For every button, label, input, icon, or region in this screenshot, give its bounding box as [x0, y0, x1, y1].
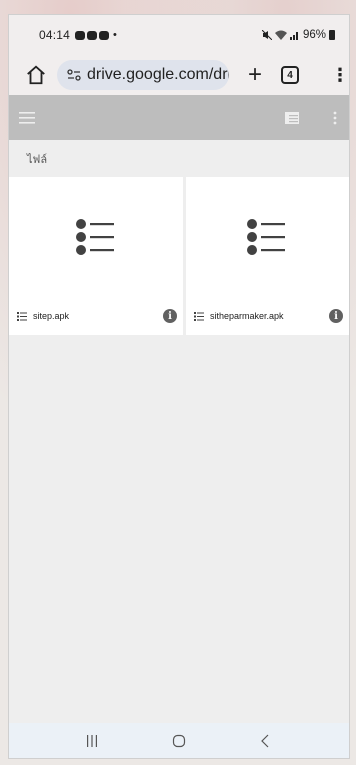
home-button[interactable]	[169, 733, 189, 749]
back-button[interactable]	[256, 733, 276, 749]
list-view-icon[interactable]	[285, 111, 299, 124]
file-footer: sitep.apk i	[9, 297, 183, 335]
notification-icon	[75, 30, 86, 40]
info-icon[interactable]: i	[329, 309, 343, 323]
file-footer: sitheparmaker.apk i	[186, 297, 349, 335]
signal-icon	[289, 32, 298, 40]
file-browser: ไฟล์ sitep.apk i sitheparmaker.apk i	[9, 140, 349, 735]
section-heading: ไฟล์	[27, 153, 48, 166]
file-tile[interactable]: sitheparmaker.apk i	[185, 177, 349, 335]
mute-icon	[261, 30, 272, 40]
file-thumbnail[interactable]	[9, 177, 183, 297]
file-thumbnail[interactable]	[186, 177, 349, 297]
file-type-icon	[193, 311, 204, 321]
notification-icon	[87, 30, 98, 40]
system-nav-bar	[9, 723, 349, 758]
home-circle-icon	[172, 734, 186, 747]
hamburger-menu-icon[interactable]	[19, 111, 35, 124]
status-time: 04:14	[39, 28, 71, 42]
status-right: 96%	[261, 29, 335, 41]
wifi-icon	[274, 30, 287, 40]
notification-icon	[99, 30, 110, 40]
file-name: sitep.apk	[33, 311, 70, 321]
file-tile[interactable]: sitep.apk i	[9, 177, 183, 335]
more-notifications-dot: •	[113, 29, 117, 41]
url-text: drive.google.com/drive	[87, 66, 229, 83]
new-tab-button[interactable]: +	[243, 63, 267, 87]
back-chevron-icon	[260, 734, 269, 747]
home-icon[interactable]	[25, 64, 47, 86]
file-type-icon	[17, 311, 27, 321]
battery-icon	[329, 30, 335, 40]
list-file-icon	[247, 219, 286, 255]
tab-switcher-button[interactable]: 4	[281, 66, 299, 84]
browser-toolbar: drive.google.com/drive + 4 ⋮	[9, 55, 349, 95]
address-bar[interactable]: drive.google.com/drive	[57, 60, 229, 90]
battery-percent: 96%	[302, 29, 326, 41]
file-name: sitheparmaker.apk	[209, 311, 284, 321]
notification-icons	[75, 30, 110, 40]
status-bar: 04:14 • 96%	[9, 15, 349, 55]
more-options-icon[interactable]	[333, 111, 337, 125]
recent-apps-icon	[87, 734, 98, 747]
file-grid: sitep.apk i sitheparmaker.apk i	[9, 177, 349, 335]
browser-menu-button[interactable]: ⋮	[331, 65, 349, 86]
recent-apps-button[interactable]	[82, 733, 102, 749]
list-file-icon	[75, 219, 114, 255]
info-icon[interactable]: i	[162, 309, 177, 323]
site-settings-icon[interactable]	[67, 68, 81, 82]
drive-toolbar	[9, 95, 349, 140]
phone-screen: 04:14 • 96% drive.google.com/driv	[8, 14, 350, 759]
